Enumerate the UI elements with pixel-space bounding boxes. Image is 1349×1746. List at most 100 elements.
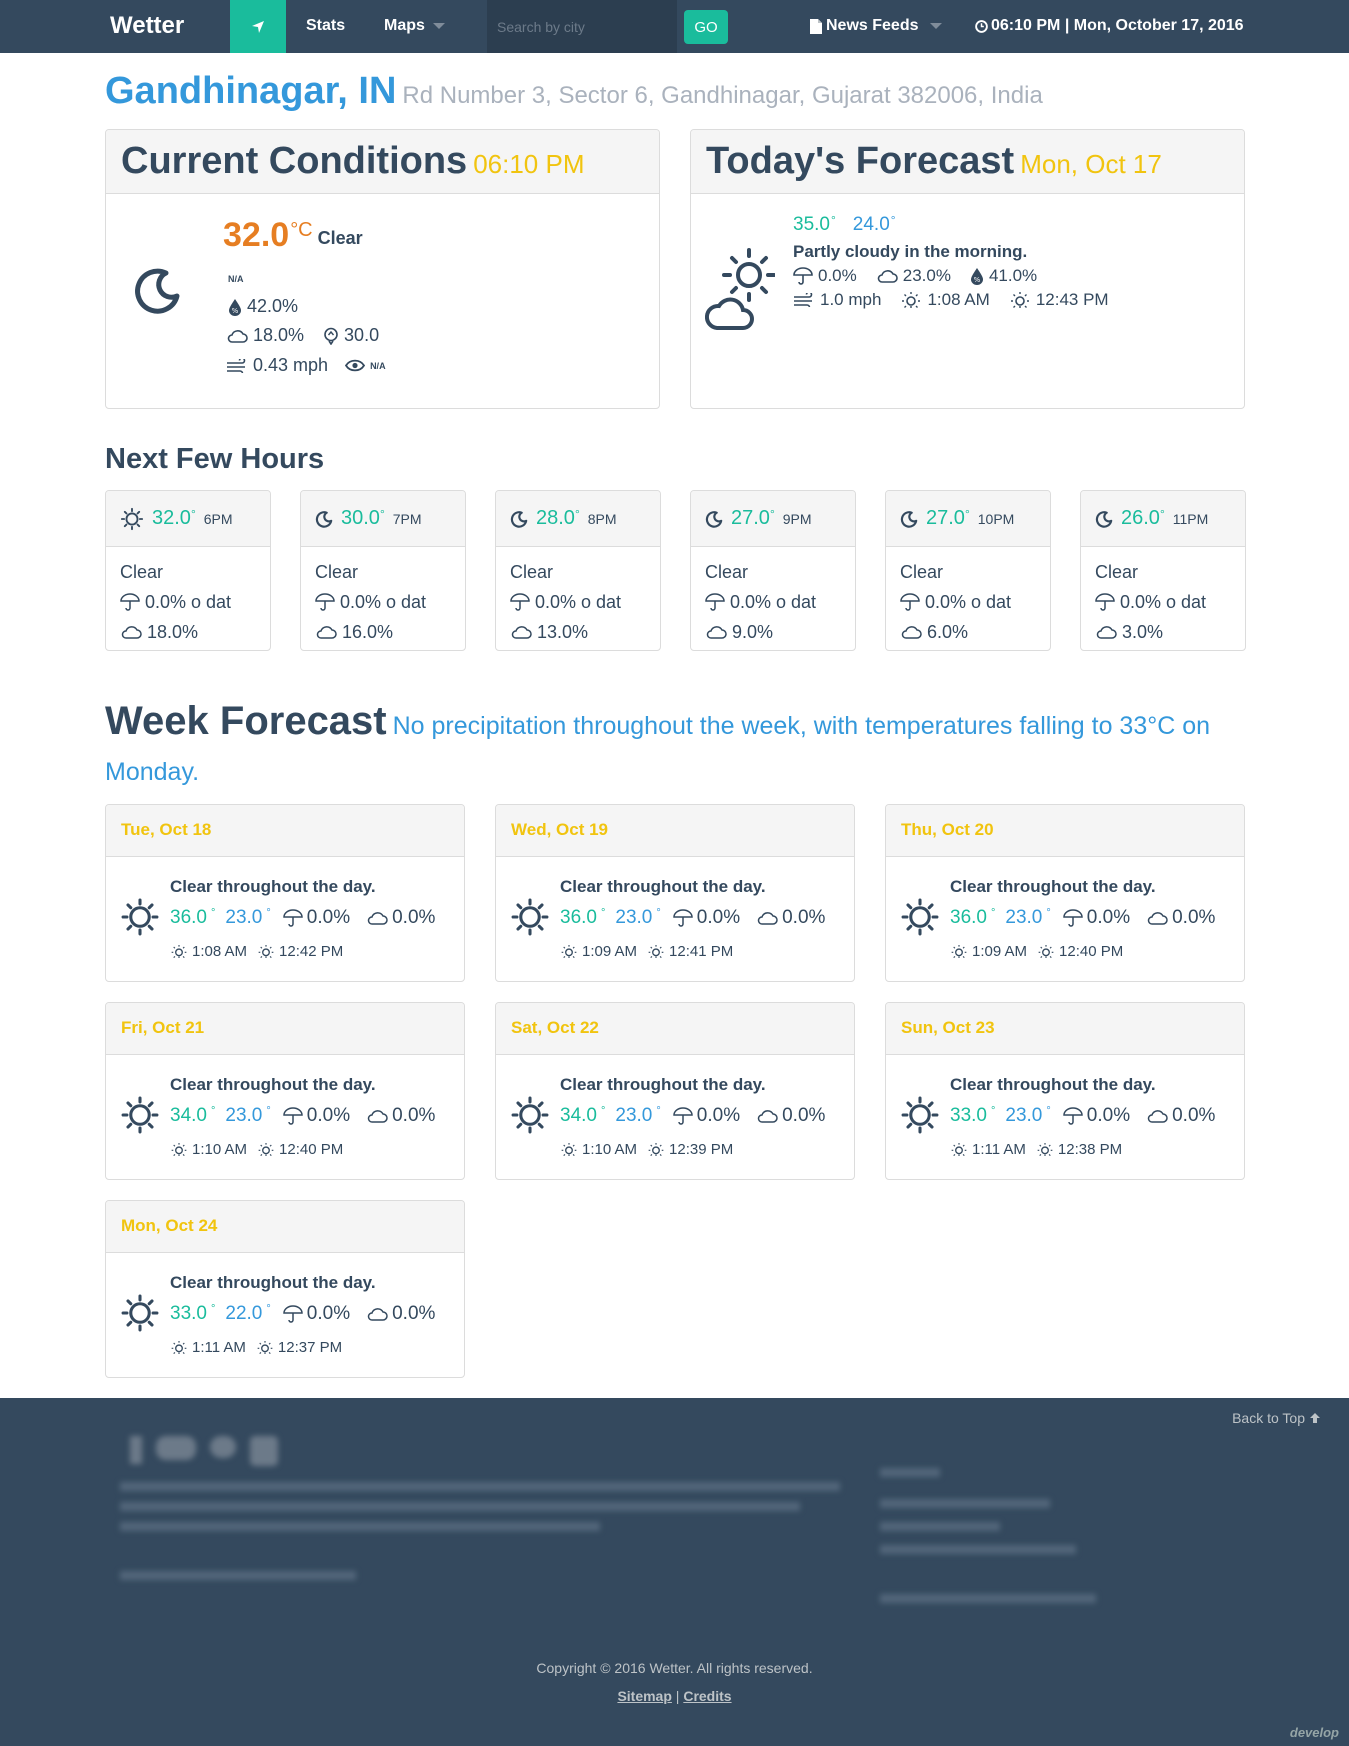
sun-icon <box>901 1096 939 1134</box>
clock-icon <box>975 19 988 33</box>
credits-link[interactable]: Credits <box>683 1688 731 1704</box>
city-search-input[interactable] <box>487 0 677 53</box>
sun-icon <box>120 507 144 530</box>
sitemap-link[interactable]: Sitemap <box>617 1688 671 1704</box>
day-summary: Clear throughout the day. <box>170 1273 376 1292</box>
umbrella-icon <box>793 267 813 285</box>
sunset-icon <box>257 1340 273 1355</box>
umbrella-icon <box>315 593 335 611</box>
umbrella-icon <box>673 909 693 927</box>
current-conditions-title: Current Conditions <box>121 140 468 182</box>
hour-temp: 27.0 <box>926 507 965 529</box>
youtube-icon[interactable] <box>250 1436 278 1466</box>
day-precip: 0.0% <box>306 1303 351 1324</box>
cloud-icon <box>121 626 142 639</box>
today-low: 24.0 <box>852 214 890 235</box>
moon-icon <box>900 510 918 528</box>
location-arrow-icon <box>252 20 264 33</box>
nav-news-feeds[interactable]: News Feeds <box>810 17 943 35</box>
umbrella-icon <box>283 1305 303 1323</box>
day-sunrise: 1:10 AM <box>192 1141 248 1158</box>
day-cloud: 0.0% <box>392 1105 436 1126</box>
file-icon <box>810 18 822 34</box>
day-precip: 0.0% <box>1086 907 1131 928</box>
hour-cloud: 13.0% <box>537 621 589 642</box>
today-summary: Partly cloudy in the morning. <box>793 242 1028 261</box>
umbrella-icon <box>510 593 530 611</box>
current-dewpoint: 30.0 <box>344 325 380 345</box>
umbrella-icon <box>673 1107 693 1125</box>
day-low: 23.0 <box>225 1105 263 1126</box>
cloud-icon <box>706 626 727 639</box>
sunset-icon <box>648 1142 664 1157</box>
sun-icon <box>121 1096 159 1134</box>
day-forecast-card: Sun, Oct 23 Clear throughout the day. 33.0… <box>885 1002 1245 1180</box>
hour-card-header: 30.0 ° 7PM <box>301 491 465 547</box>
day-high: 34.0 <box>560 1105 597 1126</box>
hour-card: 26.0 ° 11PM Clear 0.0% o dat 3.0% <box>1080 490 1246 651</box>
next-hours-title: Next Few Hours <box>105 443 325 475</box>
sun-icon <box>511 898 549 936</box>
day-sunset: 12:40 PM <box>279 1141 344 1158</box>
todays-forecast-date: Mon, Oct 17 <box>1020 149 1162 179</box>
day-sunset: 12:37 PM <box>277 1339 343 1356</box>
cloud-icon <box>367 912 388 925</box>
umbrella-icon <box>120 593 140 611</box>
hour-cloud: 6.0% <box>927 621 969 642</box>
footer-link-separator: | <box>675 1688 680 1704</box>
top-navbar: Wetter Stats Maps GO News Feeds 06:10 PM… <box>0 0 1349 53</box>
sunrise-icon <box>561 944 577 959</box>
day-cloud: 0.0% <box>1172 1105 1216 1126</box>
hour-temp: 30.0 <box>341 507 380 529</box>
day-forecast-card: Tue, Oct 18 Clear throughout the day. 36.0… <box>105 804 465 982</box>
sunset-icon <box>1010 292 1029 308</box>
nav-maps[interactable]: Maps <box>384 17 445 35</box>
umbrella-icon <box>900 593 920 611</box>
day-summary: Clear throughout the day. <box>950 877 1156 896</box>
day-cloud: 0.0% <box>392 907 436 928</box>
eye-icon <box>345 359 366 372</box>
sunrise-icon <box>951 944 967 959</box>
hour-card-header: 27.0 ° 10PM <box>886 491 1050 547</box>
sunset-icon <box>1038 944 1054 959</box>
back-to-top-link[interactable]: Back to Top <box>1232 1410 1321 1426</box>
moon-icon <box>705 510 723 528</box>
day-date: Thu, Oct 20 <box>886 805 1244 857</box>
cloud-icon <box>316 626 337 639</box>
day-forecast-card: Wed, Oct 19 Clear throughout the day. 36.0… <box>495 804 855 982</box>
brand-logo[interactable]: Wetter <box>110 12 184 40</box>
cloud-icon <box>877 270 898 283</box>
day-sunset: 12:39 PM <box>669 1141 734 1158</box>
hour-time: 10PM <box>977 510 1015 527</box>
day-low: 23.0 <box>225 907 263 928</box>
sun-icon <box>121 898 159 936</box>
sunset-icon <box>648 944 664 959</box>
develop-badge[interactable]: develop <box>1290 1725 1339 1740</box>
today-cloud: 23.0% <box>902 266 951 285</box>
day-high: 34.0 <box>170 1105 207 1126</box>
current-time: 06:10 PM <box>473 149 585 179</box>
current-condition: Clear <box>317 228 363 248</box>
day-sunrise: 1:11 AM <box>192 1339 246 1356</box>
cloud-icon <box>227 329 248 343</box>
twitter-icon[interactable] <box>210 1436 236 1458</box>
chevron-down-icon <box>432 22 445 29</box>
nav-stats[interactable]: Stats <box>306 17 345 35</box>
sunrise-icon <box>171 944 187 959</box>
todays-forecast-panel: Today's Forecast Mon, Oct 17 35.0 ° 24.0 ° … <box>690 129 1245 409</box>
arrow-up-icon <box>1310 1413 1320 1423</box>
hour-cloud: 16.0% <box>342 621 394 642</box>
google-plus-icon[interactable] <box>156 1436 196 1460</box>
locate-button[interactable] <box>230 0 286 53</box>
day-sunset: 12:38 PM <box>1057 1141 1123 1158</box>
dewpoint-icon <box>324 327 338 345</box>
facebook-icon[interactable] <box>130 1436 142 1464</box>
week-forecast-header: Week Forecast No precipitation throughout… <box>105 700 1245 797</box>
hour-card: 32.0 ° 6PM Clear 0.0% o dat 18.0% <box>105 490 271 651</box>
sunset-icon <box>258 944 274 959</box>
current-cloud: 18.0% <box>253 325 305 345</box>
week-forecast-title: Week Forecast <box>105 699 387 743</box>
day-sunrise: 1:09 AM <box>972 943 1028 960</box>
search-go-button[interactable]: GO <box>684 10 728 44</box>
hour-card: 28.0 ° 8PM Clear 0.0% o dat 13.0% <box>495 490 661 651</box>
